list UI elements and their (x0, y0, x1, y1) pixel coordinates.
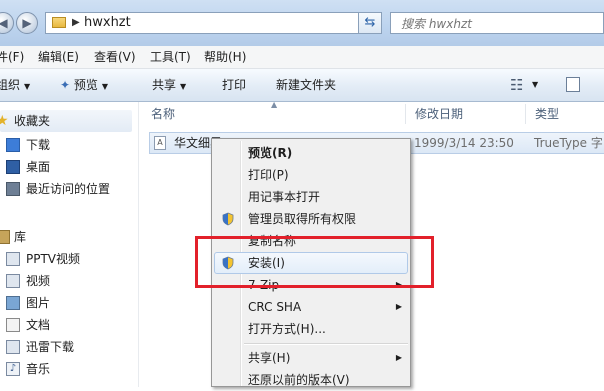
preview-button[interactable]: ✦ 预览 ▼ (60, 69, 108, 101)
menu-view[interactable]: 查看(V) (94, 46, 136, 68)
column-divider[interactable] (525, 104, 526, 124)
nav-xunlei-label: 迅雷下载 (26, 340, 75, 354)
nav-video-label: 视频 (26, 274, 51, 288)
column-header-date[interactable]: 修改日期 (415, 102, 463, 126)
menu-separator (244, 343, 408, 345)
nav-music-label: 音乐 (26, 362, 51, 376)
menu-item-crc-sha[interactable]: CRC SHA ▶ (214, 296, 408, 318)
search-input[interactable] (399, 15, 593, 33)
library-icon (0, 230, 10, 244)
pictures-library-icon (6, 296, 20, 310)
documents-library-icon (6, 318, 20, 332)
dropdown-arrow-icon: ▼ (24, 82, 31, 91)
address-box[interactable]: ▶ hwxhzt ▼ (45, 12, 381, 34)
preview-pane-icon[interactable] (566, 77, 580, 92)
column-header-type[interactable]: 类型 (535, 102, 559, 126)
column-header-name[interactable]: 名称 (151, 102, 175, 126)
nav-libraries[interactable]: 库 (0, 226, 132, 248)
sort-arrow-icon: ▲ (271, 100, 278, 109)
nav-video[interactable]: 视频 (0, 270, 132, 292)
menu-item-crc-label: CRC SHA (248, 300, 302, 314)
menu-item-notepad-label: 用记事本打开 (248, 190, 321, 204)
desktop-icon (6, 160, 20, 174)
print-button[interactable]: 打印 (222, 69, 246, 101)
nav-download-label: 下载 (26, 138, 51, 152)
nav-documents-label: 文档 (26, 318, 51, 332)
organize-button[interactable]: 组织 ▼ (0, 69, 30, 101)
menu-file[interactable]: 件(F) (0, 46, 24, 68)
download-folder-icon (6, 138, 20, 152)
menu-item-restore-label: 还原以前的版本(V) (248, 373, 350, 387)
nav-pptv-label: PPTV视频 (26, 252, 81, 266)
nav-xunlei[interactable]: 迅雷下载 (0, 336, 132, 358)
menu-help[interactable]: 帮助(H) (204, 46, 246, 68)
nav-pictures[interactable]: 图片 (0, 292, 132, 314)
download-library-icon (6, 340, 20, 354)
navigation-pane: ★ 收藏夹 下载 桌面 最近访问的位置 库 PPTV视频 视频 图片 文档 迅雷… (0, 102, 138, 387)
star-icon: ★ (0, 113, 9, 129)
column-divider[interactable] (405, 104, 406, 124)
menu-item-take-ownership[interactable]: 管理员取得所有权限 (214, 208, 408, 230)
video-library-icon (6, 252, 20, 266)
menu-edit[interactable]: 编辑(E) (38, 46, 79, 68)
menu-item-open-with[interactable]: 打开方式(H)... (214, 318, 408, 340)
menu-item-admin-label: 管理员取得所有权限 (248, 212, 357, 226)
new-folder-button[interactable]: 新建文件夹 (276, 69, 336, 101)
menu-item-print[interactable]: 打印(P) (214, 164, 408, 186)
command-bar: 组织 ▼ ✦ 预览 ▼ 共享 ▼ 打印 新建文件夹 ☷ ▼ (0, 69, 604, 102)
nav-pictures-label: 图片 (26, 296, 51, 310)
video-library-icon (6, 274, 20, 288)
nav-desktop-label: 桌面 (26, 160, 51, 174)
menu-item-open-notepad[interactable]: 用记事本打开 (214, 186, 408, 208)
folder-icon (52, 17, 66, 28)
nav-download[interactable]: 下载 (0, 134, 132, 156)
menu-item-print-label: 打印(P) (248, 168, 289, 182)
refresh-button[interactable]: ⇆ (358, 12, 382, 34)
menu-item-preview-label: 预览(R) (248, 146, 293, 160)
preview-icon: ✦ (60, 78, 74, 92)
menu-tools[interactable]: 工具(T) (150, 46, 191, 68)
nav-libraries-label: 库 (14, 230, 27, 244)
back-button[interactable]: ◀ (0, 12, 14, 34)
font-file-icon: A (154, 136, 166, 150)
dropdown-arrow-icon: ▼ (101, 82, 109, 91)
menu-item-restore-versions[interactable]: 还原以前的版本(V) (214, 369, 408, 391)
nav-music[interactable]: ♪ 音乐 (0, 358, 132, 380)
nav-documents[interactable]: 文档 (0, 314, 132, 336)
nav-recent-label: 最近访问的位置 (26, 182, 111, 196)
forward-arrow-icon: ▶ (22, 16, 32, 30)
organize-label: 组织 (0, 78, 21, 92)
file-type: TrueType 字 (534, 136, 603, 150)
breadcrumb-chevron-icon[interactable]: ▶ (72, 13, 80, 33)
menu-item-open-with-label: 打开方式(H)... (248, 322, 326, 336)
menu-item-preview[interactable]: 预览(R) (214, 142, 408, 164)
address-bar-area: ◀ ▶ ▶ hwxhzt ▼ ⇆ (0, 0, 604, 46)
menu-item-share[interactable]: 共享(H) ▶ (214, 347, 408, 369)
nav-recent[interactable]: 最近访问的位置 (0, 178, 132, 200)
preview-label: 预览 (73, 78, 98, 92)
share-label: 共享 (152, 78, 177, 92)
nav-favorites-label: 收藏夹 (14, 114, 51, 128)
view-options-icon[interactable]: ☷ (510, 69, 523, 101)
forward-button[interactable]: ▶ (16, 12, 38, 34)
search-box[interactable] (390, 12, 604, 34)
menu-item-share-label: 共享(H) (248, 351, 291, 365)
uac-shield-icon (222, 212, 234, 226)
annotation-highlight-box (195, 236, 434, 288)
nav-favorites[interactable]: ★ 收藏夹 (0, 110, 132, 132)
recent-places-icon (6, 182, 20, 196)
file-date: 1999/3/14 23:50 (414, 136, 514, 150)
nav-desktop[interactable]: 桌面 (0, 156, 132, 178)
submenu-arrow-icon: ▶ (395, 353, 402, 362)
view-dropdown-icon[interactable]: ▼ (532, 69, 538, 101)
menu-bar: 件(F) 编辑(E) 查看(V) 工具(T) 帮助(H) (0, 46, 604, 69)
nav-pptv[interactable]: PPTV视频 (0, 248, 132, 270)
share-button[interactable]: 共享 ▼ (152, 69, 186, 101)
back-arrow-icon: ◀ (0, 16, 8, 30)
dropdown-arrow-icon: ▼ (180, 82, 187, 91)
music-library-icon: ♪ (6, 362, 20, 376)
submenu-arrow-icon: ▶ (395, 302, 402, 311)
breadcrumb-path[interactable]: hwxhzt (84, 13, 131, 33)
